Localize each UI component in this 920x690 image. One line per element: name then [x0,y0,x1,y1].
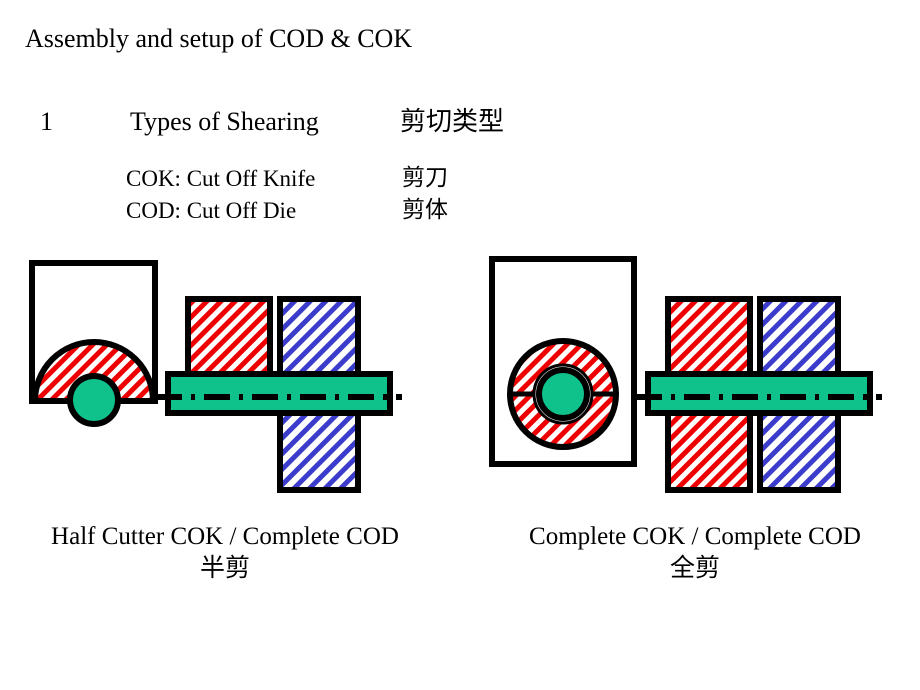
side-view-shaft [165,371,393,416]
section-label-en: Types of Shearing [130,107,319,136]
definition-cod-cn: 剪体 [402,197,448,223]
definition-cok-cn: 剪刀 [402,165,448,191]
block-blue-above [757,296,841,377]
block-blue-below [277,410,361,493]
figure-half-cutter [0,250,460,510]
slide-title: Assembly and setup of COD & COK [25,24,413,53]
end-view-shaft-circle [67,373,121,427]
caption-right-en: Complete COK / Complete COD [529,523,861,550]
section-label-cn: 剪切类型 [400,107,505,137]
caption-left: Half Cutter COK / Complete COD 半剪 [0,521,450,583]
section-number: 1 [40,107,53,136]
block-red-above [185,296,273,377]
block-red-below [665,410,753,493]
caption-right-cn: 全剪 [669,553,720,582]
end-view-shaft-circle [536,367,590,421]
definition-cod-en: COD: Cut Off Die [126,198,297,223]
block-red-above [665,296,753,377]
side-view-shaft [645,371,873,416]
definition-cok-en: COK: Cut Off Knife [126,166,316,191]
caption-left-cn: 半剪 [199,553,250,582]
caption-left-en: Half Cutter COK / Complete COD [51,523,399,550]
block-blue-below [757,410,841,493]
block-blue-above [277,296,361,377]
slide-canvas: Assembly and setup of COD & COK 1 Types … [0,0,920,690]
figure-complete-cutter [460,250,920,510]
caption-right: Complete COK / Complete COD 全剪 [470,521,920,583]
